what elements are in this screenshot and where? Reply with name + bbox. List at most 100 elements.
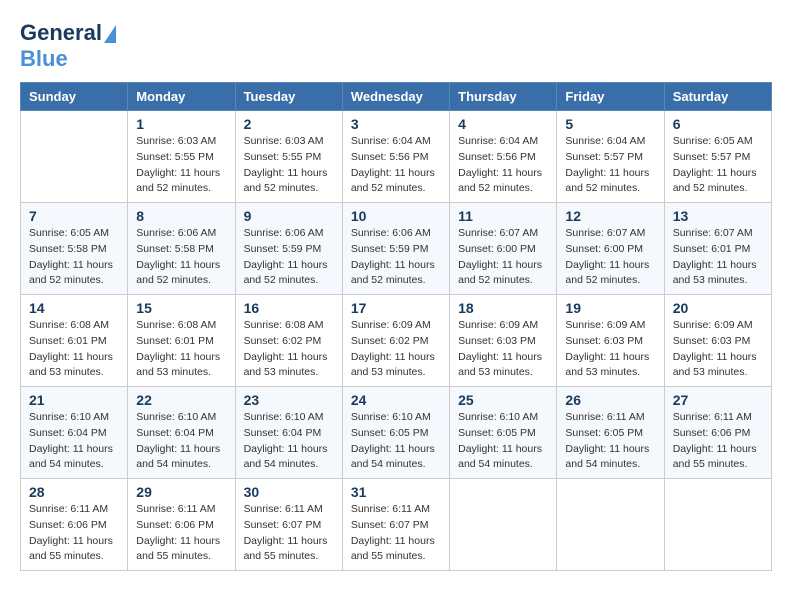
day-info: Sunrise: 6:11 AM Sunset: 6:07 PM Dayligh… [351,502,441,565]
logo: General Blue [20,20,116,72]
calendar-cell: 11Sunrise: 6:07 AM Sunset: 6:00 PM Dayli… [450,203,557,295]
day-info: Sunrise: 6:04 AM Sunset: 5:57 PM Dayligh… [565,134,655,197]
day-info: Sunrise: 6:09 AM Sunset: 6:03 PM Dayligh… [673,318,763,381]
day-number: 20 [673,300,763,316]
day-number: 25 [458,392,548,408]
day-info: Sunrise: 6:08 AM Sunset: 6:01 PM Dayligh… [136,318,226,381]
day-number: 3 [351,116,441,132]
calendar-cell: 14Sunrise: 6:08 AM Sunset: 6:01 PM Dayli… [21,295,128,387]
day-info: Sunrise: 6:11 AM Sunset: 6:07 PM Dayligh… [244,502,334,565]
day-header-wednesday: Wednesday [342,83,449,111]
day-number: 28 [29,484,119,500]
calendar-cell: 16 Sunrise: 6:08 AM Sunset: 6:02 PM Dayli… [235,295,342,387]
calendar-cell: 15 Sunrise: 6:08 AM Sunset: 6:01 PM Dayli… [128,295,235,387]
day-info: Sunrise: 6:11 AM Sunset: 6:06 PM Dayligh… [673,410,763,473]
day-info: Sunrise: 6:10 AM Sunset: 6:05 PM Dayligh… [458,410,548,473]
day-info: Sunrise: 6:10 AM Sunset: 6:04 PM Dayligh… [29,410,119,473]
day-header-friday: Friday [557,83,664,111]
calendar-cell: 5 Sunrise: 6:04 AM Sunset: 5:57 PM Daylig… [557,111,664,203]
day-number: 1 [136,116,226,132]
calendar-cell [664,479,771,571]
calendar-cell: 18Sunrise: 6:09 AM Sunset: 6:03 PM Dayli… [450,295,557,387]
day-number: 19 [565,300,655,316]
day-number: 22 [136,392,226,408]
day-number: 13 [673,208,763,224]
day-header-thursday: Thursday [450,83,557,111]
day-number: 12 [565,208,655,224]
day-number: 24 [351,392,441,408]
day-info: Sunrise: 6:09 AM Sunset: 6:03 PM Dayligh… [458,318,548,381]
calendar-cell: 17Sunrise: 6:09 AM Sunset: 6:02 PM Dayli… [342,295,449,387]
calendar-cell: 24 Sunrise: 6:10 AM Sunset: 6:05 PM Dayli… [342,387,449,479]
day-header-saturday: Saturday [664,83,771,111]
day-number: 9 [244,208,334,224]
day-number: 2 [244,116,334,132]
day-info: Sunrise: 6:06 AM Sunset: 5:58 PM Dayligh… [136,226,226,289]
day-number: 30 [244,484,334,500]
calendar-body: 1 Sunrise: 6:03 AM Sunset: 5:55 PM Daylig… [21,111,772,571]
calendar-cell: 20 Sunrise: 6:09 AM Sunset: 6:03 PM Dayli… [664,295,771,387]
day-number: 26 [565,392,655,408]
day-number: 27 [673,392,763,408]
week-row-5: 28 Sunrise: 6:11 AM Sunset: 6:06 PM Dayli… [21,479,772,571]
day-number: 29 [136,484,226,500]
calendar-cell: 8 Sunrise: 6:06 AM Sunset: 5:58 PM Daylig… [128,203,235,295]
day-info: Sunrise: 6:06 AM Sunset: 5:59 PM Dayligh… [351,226,441,289]
calendar-cell: 10 Sunrise: 6:06 AM Sunset: 5:59 PM Dayli… [342,203,449,295]
calendar-cell: 3 Sunrise: 6:04 AM Sunset: 5:56 PM Daylig… [342,111,449,203]
week-row-1: 1 Sunrise: 6:03 AM Sunset: 5:55 PM Daylig… [21,111,772,203]
calendar-cell: 27 Sunrise: 6:11 AM Sunset: 6:06 PM Dayli… [664,387,771,479]
day-header-tuesday: Tuesday [235,83,342,111]
calendar-cell: 31 Sunrise: 6:11 AM Sunset: 6:07 PM Dayli… [342,479,449,571]
day-number: 5 [565,116,655,132]
day-info: Sunrise: 6:11 AM Sunset: 6:06 PM Dayligh… [29,502,119,565]
calendar-cell: 28 Sunrise: 6:11 AM Sunset: 6:06 PM Dayli… [21,479,128,571]
calendar-cell: 23 Sunrise: 6:10 AM Sunset: 6:04 PM Dayli… [235,387,342,479]
day-info: Sunrise: 6:04 AM Sunset: 5:56 PM Dayligh… [458,134,548,197]
day-number: 6 [673,116,763,132]
day-info: Sunrise: 6:07 AM Sunset: 6:01 PM Dayligh… [673,226,763,289]
day-info: Sunrise: 6:10 AM Sunset: 6:04 PM Dayligh… [244,410,334,473]
calendar-cell: 25 Sunrise: 6:10 AM Sunset: 6:05 PM Dayli… [450,387,557,479]
calendar-cell: 19 Sunrise: 6:09 AM Sunset: 6:03 PM Dayli… [557,295,664,387]
calendar-cell: 9 Sunrise: 6:06 AM Sunset: 5:59 PM Daylig… [235,203,342,295]
week-row-3: 14 Sunrise: 6:08 AM Sunset: 6:01 PM Dayli… [21,295,772,387]
day-number: 10 [351,208,441,224]
day-number: 8 [136,208,226,224]
day-number: 16 [244,300,334,316]
day-info: Sunrise: 6:10 AM Sunset: 6:04 PM Dayligh… [136,410,226,473]
calendar-cell: 22 Sunrise: 6:10 AM Sunset: 6:04 PM Dayli… [128,387,235,479]
calendar-cell [450,479,557,571]
week-row-2: 7 Sunrise: 6:05 AM Sunset: 5:58 PM Daylig… [21,203,772,295]
day-number: 21 [29,392,119,408]
day-info: Sunrise: 6:03 AM Sunset: 5:55 PM Dayligh… [136,134,226,197]
calendar-cell: 4 Sunrise: 6:04 AM Sunset: 5:56 PM Daylig… [450,111,557,203]
day-info: Sunrise: 6:04 AM Sunset: 5:56 PM Dayligh… [351,134,441,197]
day-number: 4 [458,116,548,132]
week-row-4: 21 Sunrise: 6:10 AM Sunset: 6:04 PM Dayli… [21,387,772,479]
logo-blue: Blue [20,46,68,71]
day-info: Sunrise: 6:08 AM Sunset: 6:02 PM Dayligh… [244,318,334,381]
day-info: Sunrise: 6:10 AM Sunset: 6:05 PM Dayligh… [351,410,441,473]
day-number: 15 [136,300,226,316]
day-number: 7 [29,208,119,224]
calendar-header: SundayMondayTuesdayWednesdayThursdayFrid… [21,83,772,111]
calendar-cell: 30 Sunrise: 6:11 AM Sunset: 6:07 PM Dayli… [235,479,342,571]
calendar-cell: 6 Sunrise: 6:05 AM Sunset: 5:57 PM Daylig… [664,111,771,203]
day-number: 31 [351,484,441,500]
day-number: 23 [244,392,334,408]
day-number: 11 [458,208,548,224]
calendar-table: SundayMondayTuesdayWednesdayThursdayFrid… [20,82,772,571]
day-info: Sunrise: 6:05 AM Sunset: 5:58 PM Dayligh… [29,226,119,289]
calendar-cell: 7 Sunrise: 6:05 AM Sunset: 5:58 PM Daylig… [21,203,128,295]
day-info: Sunrise: 6:06 AM Sunset: 5:59 PM Dayligh… [244,226,334,289]
day-info: Sunrise: 6:09 AM Sunset: 6:03 PM Dayligh… [565,318,655,381]
calendar-cell: 2Sunrise: 6:03 AM Sunset: 5:55 PM Daylig… [235,111,342,203]
day-info: Sunrise: 6:11 AM Sunset: 6:05 PM Dayligh… [565,410,655,473]
header-row: SundayMondayTuesdayWednesdayThursdayFrid… [21,83,772,111]
day-info: Sunrise: 6:05 AM Sunset: 5:57 PM Dayligh… [673,134,763,197]
day-number: 14 [29,300,119,316]
calendar-cell: 12Sunrise: 6:07 AM Sunset: 6:00 PM Dayli… [557,203,664,295]
calendar-cell: 1 Sunrise: 6:03 AM Sunset: 5:55 PM Daylig… [128,111,235,203]
day-info: Sunrise: 6:11 AM Sunset: 6:06 PM Dayligh… [136,502,226,565]
